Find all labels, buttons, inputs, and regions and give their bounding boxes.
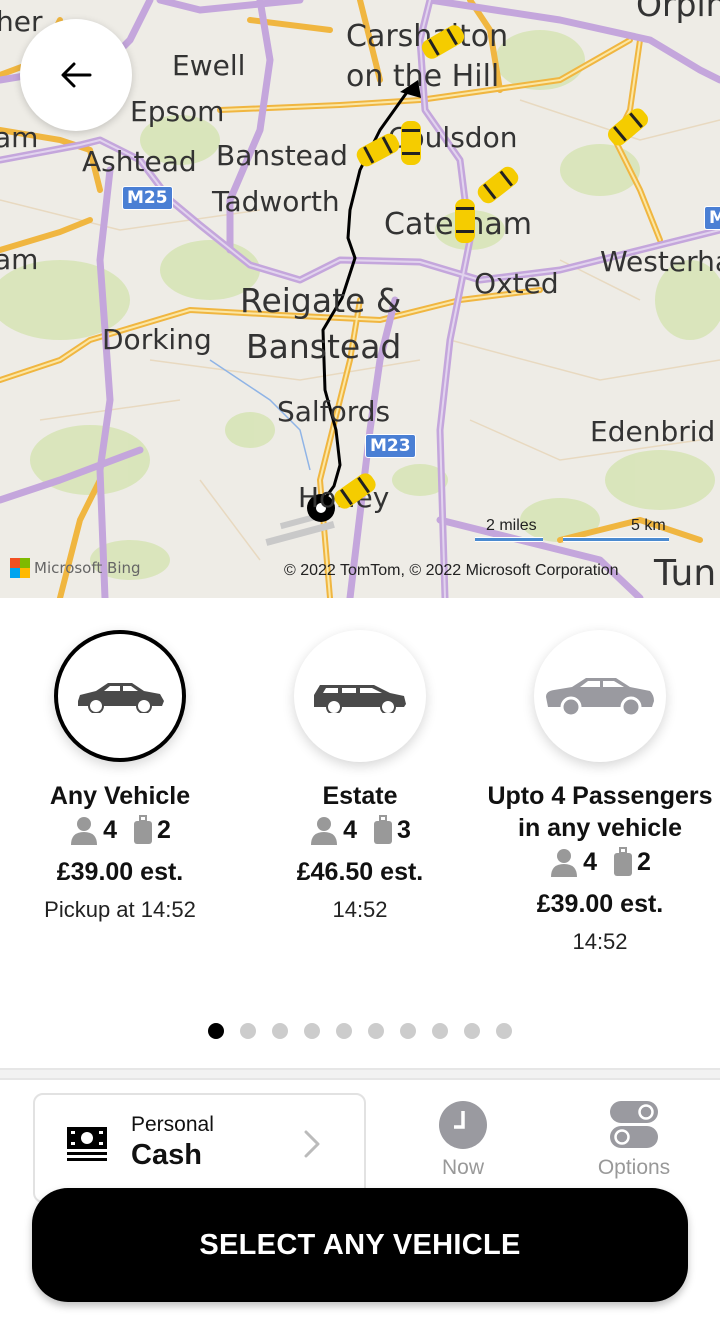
map-label-epsom: Epsom — [130, 95, 225, 128]
microsoft-logo-icon — [10, 558, 30, 578]
saloon-car-icon — [546, 678, 654, 717]
luggage-icon — [374, 815, 392, 844]
arrow-left-icon — [61, 62, 92, 88]
vehicle-carousel[interactable]: Any Vehicle 4 2 £39.00 est. Pickup at 14… — [0, 598, 720, 1068]
taxi-marker-icon — [455, 199, 475, 243]
luggage-icon — [614, 847, 632, 876]
map-label-partial-am: am — [0, 121, 39, 154]
passenger-icon — [551, 849, 578, 877]
map-label-partial-am-2: am — [0, 243, 39, 276]
map-label-tadworth: Tadworth — [212, 185, 340, 218]
pagination-dot[interactable] — [496, 1023, 512, 1039]
map-label-on-the-hill: on the Hill — [346, 59, 500, 94]
map-label-partial-her: her — [0, 5, 43, 38]
pagination-dot[interactable] — [464, 1023, 480, 1039]
vehicle-pickup-time: 14:52 — [572, 929, 628, 954]
vehicle-icon-circle[interactable] — [54, 630, 186, 762]
scale-miles-label: 2 miles — [486, 517, 537, 534]
passenger-icon — [311, 817, 338, 845]
vehicle-name: Estate — [322, 782, 398, 810]
vehicle-capacity: 4 2 — [480, 844, 720, 880]
luggage-count: 2 — [157, 816, 171, 844]
pagination-dot-active[interactable] — [208, 1023, 224, 1039]
select-vehicle-button[interactable]: SELECT ANY VEHICLE — [32, 1188, 688, 1302]
estate-car-icon — [314, 685, 406, 713]
bing-attribution[interactable]: Microsoft Bing — [10, 558, 141, 578]
map-label-banstead-2: Banstead — [246, 327, 402, 366]
luggage-icon — [134, 815, 152, 844]
payment-method: Cash — [131, 1139, 202, 1171]
map-label-edenbridge: Edenbrid — [590, 415, 716, 448]
pagination-dot[interactable] — [336, 1023, 352, 1039]
bing-label: Microsoft Bing — [34, 559, 141, 577]
options-label: Options — [597, 1156, 671, 1179]
pagination-dot[interactable] — [240, 1023, 256, 1039]
map-label-orpington: Orpin — [636, 0, 720, 24]
passenger-count: 4 — [583, 848, 597, 876]
vehicle-capacity: 4 3 — [240, 812, 480, 848]
back-button[interactable] — [20, 19, 132, 131]
carousel-pagination[interactable] — [208, 1023, 512, 1039]
vehicle-capacity: 4 2 — [0, 812, 240, 848]
road-shield-m25: M25 — [122, 186, 173, 210]
taxi-marker-icon — [401, 121, 421, 165]
map-label-salfords: Salfords — [277, 395, 391, 428]
toggle-options-icon — [610, 1101, 658, 1148]
map-label-westerham: Westerha — [600, 245, 720, 278]
map-label-ewell: Ewell — [172, 49, 246, 82]
vehicle-pickup-time: Pickup at 14:52 — [44, 897, 196, 922]
passenger-icon — [71, 817, 98, 845]
pickup-time-now-button[interactable]: Now — [422, 1100, 504, 1180]
road-shield-m: M — [704, 206, 720, 230]
payment-method-selector[interactable]: Personal Cash — [33, 1093, 366, 1203]
passenger-count: 4 — [343, 816, 357, 844]
vehicle-pickup-time: 14:52 — [332, 897, 388, 922]
payment-type: Personal — [131, 1113, 214, 1136]
section-divider — [0, 1068, 720, 1080]
pagination-dot[interactable] — [272, 1023, 288, 1039]
vehicle-option-any[interactable]: Any Vehicle 4 2 £39.00 est. Pickup at 14… — [0, 630, 240, 924]
cash-icon — [67, 1127, 107, 1161]
vehicle-option-estate[interactable]: Estate 4 3 £46.50 est. 14:52 — [240, 630, 480, 924]
passenger-count: 4 — [103, 816, 117, 844]
vehicle-name: Any Vehicle — [49, 782, 191, 810]
options-button[interactable]: Options — [590, 1100, 678, 1180]
pagination-dot[interactable] — [432, 1023, 448, 1039]
clock-icon — [439, 1101, 487, 1149]
chevron-right-icon — [304, 1130, 320, 1158]
pagination-dot[interactable] — [304, 1023, 320, 1039]
pagination-dot[interactable] — [368, 1023, 384, 1039]
now-label: Now — [441, 1156, 484, 1179]
vehicle-icon-circle[interactable] — [534, 630, 666, 762]
pagination-dot[interactable] — [400, 1023, 416, 1039]
luggage-count: 3 — [397, 816, 411, 844]
map-label-reigate: Reigate & — [240, 281, 402, 320]
scale-km-bar — [563, 537, 669, 542]
map-view[interactable]: Carshalton on the Hill Ewell Epsom Ashte… — [0, 0, 720, 598]
map-label-tunbridge: Tun — [654, 553, 717, 594]
map-label-banstead: Banstead — [216, 139, 348, 172]
scale-miles-bar — [475, 537, 543, 542]
map-copyright[interactable]: © 2022 TomTom, © 2022 Microsoft Corporat… — [284, 562, 619, 580]
scale-km-label: 5 km — [631, 517, 666, 534]
sedan-car-icon — [78, 683, 164, 713]
road-shield-m23: M23 — [365, 434, 416, 458]
vehicle-icon-circle[interactable] — [294, 630, 426, 762]
map-label-oxted: Oxted — [474, 267, 559, 300]
vehicle-price: £39.00 est. — [56, 858, 184, 886]
luggage-count: 2 — [637, 848, 651, 876]
vehicle-option-upto-4[interactable]: Upto 4 Passengers in any vehicle 4 2 £39… — [480, 630, 720, 956]
map-label-dorking: Dorking — [102, 323, 212, 356]
vehicle-price: £46.50 est. — [296, 858, 424, 886]
vehicle-price: £39.00 est. — [536, 890, 664, 918]
vehicle-name: Upto 4 Passengers in any vehicle — [487, 782, 713, 842]
map-label-ashtead: Ashtead — [82, 145, 197, 178]
